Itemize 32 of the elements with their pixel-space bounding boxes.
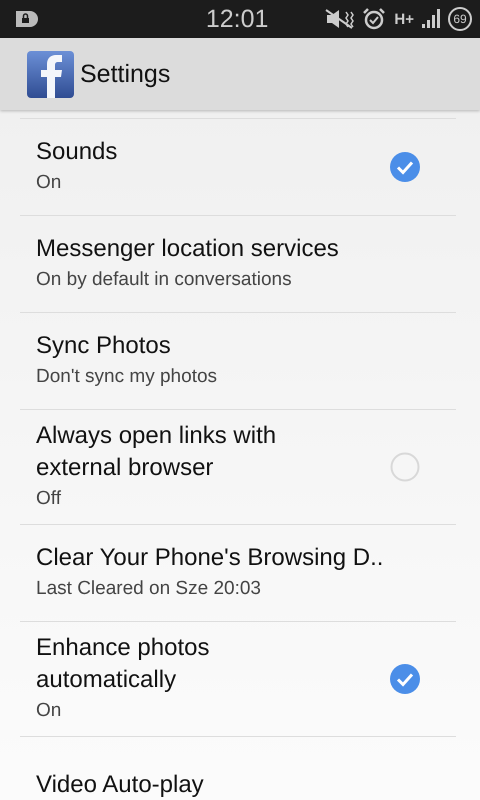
checkbox[interactable] [390,452,420,482]
mute-icon [324,8,356,30]
checkbox[interactable] [390,152,420,182]
setting-summary: On [36,171,62,195]
settings-item[interactable]: Sounds On [20,119,456,216]
setting-summary: On [36,699,62,723]
setting-title: Clear Your Phone's Browsing D.. [36,543,384,573]
setting-title: Messenger location services [36,234,340,264]
app-logo-icon[interactable] [27,50,74,98]
setting-summary: Don't sync my photos [36,365,218,389]
settings-item[interactable]: Sync Photos Don't sync my photos [20,313,456,410]
checkbox[interactable] [390,664,420,694]
setting-title: Enhance photos automatically [36,633,210,695]
alarm-icon [362,7,386,31]
clock-time: 12:01 [206,4,268,34]
setting-title: Sounds [36,137,118,167]
settings-item[interactable]: Always open links with external browser Off [20,410,456,525]
setting-summary: On by default in conversations [36,268,293,292]
settings-item[interactable]: Enhance photos automatically On [20,622,456,737]
setting-title: Video Auto-play [36,770,205,800]
lock-icon [14,9,40,29]
signal-icon [420,8,442,30]
settings-item[interactable]: Video Auto-play [20,737,456,800]
setting-title: Sync Photos [36,331,172,361]
setting-summary: Last Cleared on Sze 20:03 [36,577,262,601]
screen-title: Settings [80,60,170,88]
battery-level: 69 [448,7,472,31]
settings-item[interactable]: Messenger location services On by default in conversations [20,216,456,313]
setting-summary: Off [36,487,62,511]
network-type: H+ [394,10,414,28]
settings-item[interactable]: Clear Your Phone's Browsing D.. Last Cleared on Sze 20:03 [20,525,456,622]
setting-title: Always open links with external browser [36,421,278,483]
